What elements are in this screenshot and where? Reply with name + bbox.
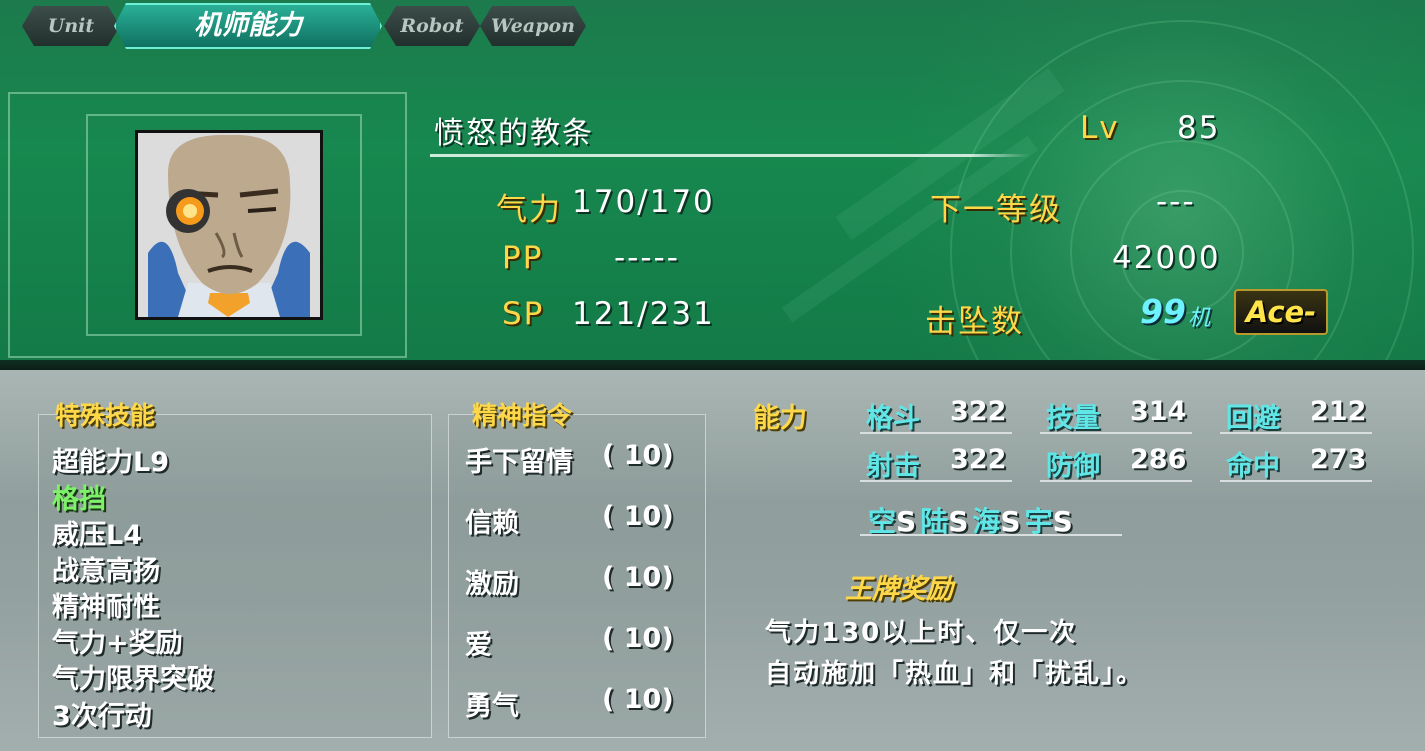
- pp-value: -----: [614, 240, 680, 276]
- tab-robot[interactable]: Robot: [384, 6, 480, 46]
- next-level-label: 下一等级: [930, 192, 1062, 228]
- stat-underline: [1220, 480, 1372, 482]
- spirit-name[interactable]: 爱: [465, 623, 492, 662]
- ace-badge: Ace-: [1234, 289, 1328, 335]
- skill-item[interactable]: 气力+奖励: [52, 621, 183, 660]
- stat-underline: [1220, 432, 1372, 434]
- special-skills-title: 特殊技能: [55, 401, 156, 430]
- sp-label: SP: [502, 296, 545, 332]
- stat-underline: [1040, 432, 1192, 434]
- kills-label: 击坠数: [925, 304, 1024, 340]
- spirit-name[interactable]: 手下留情: [465, 440, 573, 479]
- skill-item[interactable]: 3次行动: [52, 694, 152, 733]
- name-underline: [430, 154, 1030, 157]
- ace-bonus-line1: 气力130以上时、仅一次: [765, 618, 1078, 648]
- stat-value-skill: 314: [1130, 396, 1187, 427]
- stat-underline: [1040, 480, 1192, 482]
- exp-value: 42000: [1112, 240, 1221, 276]
- pp-label: PP: [502, 240, 544, 276]
- will-value: 170/170: [572, 184, 715, 220]
- level-label: Lv: [1080, 110, 1120, 146]
- spirit-cost: ( 10): [602, 623, 674, 654]
- stat-value-evade: 212: [1310, 396, 1367, 427]
- stat-underline: [860, 480, 1012, 482]
- pilot-name: 愤怒的教条: [434, 116, 594, 151]
- skill-item[interactable]: 气力限界突破: [52, 657, 214, 696]
- spirit-commands-title: 精神指令: [472, 401, 573, 430]
- ace-bonus-line2: 自动施加「热血」和「扰乱」。: [765, 659, 1145, 689]
- skill-item[interactable]: 超能力L9: [52, 440, 169, 479]
- skill-item[interactable]: 精神耐性: [52, 585, 160, 624]
- skill-item[interactable]: 威压L4: [52, 513, 142, 552]
- stat-underline: [860, 432, 1012, 434]
- spirit-name[interactable]: 信赖: [465, 501, 519, 540]
- active-tab-outline: [114, 3, 382, 49]
- spirit-cost: ( 10): [602, 440, 674, 471]
- ace-bonus-title: 王牌奖励: [845, 574, 953, 605]
- stat-label-hit: 命中: [1226, 451, 1280, 482]
- stat-label-shoot: 射击: [866, 451, 920, 482]
- stat-value-defense: 286: [1130, 444, 1187, 475]
- spirit-cost: ( 10): [602, 501, 674, 532]
- abilities-title: 能力: [753, 403, 807, 434]
- kills-value: 99: [1140, 292, 1186, 331]
- spirit-cost: ( 10): [602, 562, 674, 593]
- stat-label-melee: 格斗: [866, 403, 920, 434]
- stat-value-shoot: 322: [950, 444, 1007, 475]
- skill-item[interactable]: 战意高扬: [52, 549, 160, 588]
- stat-label-defense: 防御: [1046, 451, 1100, 482]
- spirit-name[interactable]: 激励: [465, 562, 519, 601]
- sp-value: 121/231: [572, 296, 715, 332]
- terrain-underline: [860, 534, 1122, 536]
- level-value: 85: [1177, 110, 1221, 146]
- next-level-value: ---: [1156, 184, 1196, 220]
- stat-label-skill: 技量: [1046, 403, 1100, 434]
- skill-item[interactable]: 格挡: [52, 477, 106, 516]
- spirit-cost: ( 10): [602, 684, 674, 715]
- stat-value-hit: 273: [1310, 444, 1367, 475]
- pilot-portrait: [135, 130, 323, 320]
- kills-unit: 机: [1188, 306, 1211, 331]
- tab-weapon[interactable]: Weapon: [480, 6, 586, 46]
- spirit-name[interactable]: 勇气: [465, 684, 519, 723]
- tab-unit[interactable]: Unit: [22, 6, 120, 46]
- stat-value-melee: 322: [950, 396, 1007, 427]
- stat-label-evade: 回避: [1226, 403, 1280, 434]
- pilot-header-panel: Unit 机师能力 Robot Weapon 愤怒的教条 Lv 85 气力 17…: [0, 0, 1425, 368]
- will-label: 气力: [496, 192, 562, 228]
- panel-divider: [0, 360, 1425, 370]
